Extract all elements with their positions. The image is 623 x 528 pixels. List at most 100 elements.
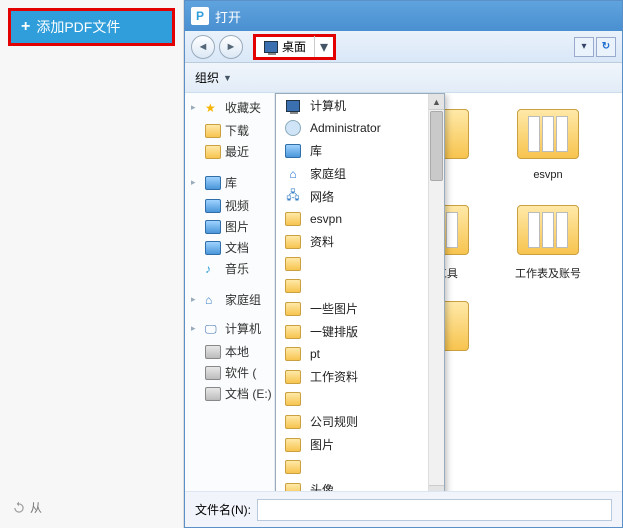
dropdown-item-label: 图片 — [310, 436, 334, 453]
dropdown-scrollbar[interactable]: ▲ ▼ — [428, 94, 444, 491]
doc-icon — [205, 241, 221, 255]
sidebar-item[interactable]: 软件 ( — [191, 362, 274, 383]
sidebar-item[interactable]: ♪音乐 — [191, 258, 274, 279]
sidebar-computer[interactable]: ▸🖵计算机 — [191, 320, 274, 337]
refresh-button[interactable]: ↻ — [596, 37, 616, 57]
plus-icon: + — [21, 18, 30, 36]
back-button[interactable]: ◄ — [191, 35, 215, 59]
sidebar-libraries[interactable]: ▸库 — [191, 174, 274, 191]
path-segment-desktop[interactable]: 桌面 — [256, 36, 315, 57]
filename-label: 文件名(N): — [195, 501, 251, 518]
sidebar: ▸★收藏夹 下载 最近 ▸库 视频 图片 文档 ♪音乐 ▸⌂家庭组 ▸🖵计算机 … — [185, 93, 275, 491]
sidebar-item[interactable]: 本地 — [191, 341, 274, 362]
path-dropdown-menu: 计算机 Administrator 库 ⌂ 家庭组 🖧网络esvpn 资料一些图片一键排版 p… — [275, 93, 445, 491]
sidebar-item[interactable]: 文档 — [191, 237, 274, 258]
user-icon — [284, 120, 302, 136]
dropdown-item[interactable]: esvpn — [276, 208, 444, 230]
forward-button[interactable]: ► — [219, 35, 243, 59]
folder-icon — [284, 278, 302, 294]
sidebar-item[interactable]: 下载 — [191, 120, 274, 141]
dropdown-item[interactable]: 公司规则 — [276, 410, 444, 433]
dialog-title: 打开 — [215, 7, 241, 26]
folder-icon — [284, 256, 302, 272]
filename-input[interactable] — [257, 499, 612, 521]
folder-icon — [205, 145, 221, 159]
scroll-up[interactable]: ▲ — [429, 94, 444, 110]
dropdown-item-label: Administrator — [310, 121, 381, 135]
dropdown-item[interactable] — [276, 456, 444, 478]
sidebar-item[interactable]: 图片 — [191, 216, 274, 237]
picture-icon — [205, 220, 221, 234]
library-icon — [205, 176, 221, 190]
add-pdf-button[interactable]: + 添加PDF文件 — [8, 8, 175, 46]
computer-icon: 🖵 — [205, 322, 221, 336]
dropdown-item[interactable]: 工作资料 — [276, 365, 444, 388]
sidebar-item[interactable]: 最近 — [191, 141, 274, 162]
sidebar-homegroup[interactable]: ▸⌂家庭组 — [191, 291, 274, 308]
dropdown-item-label: 库 — [310, 142, 322, 159]
folder-icon — [284, 211, 302, 227]
dropdown-item[interactable]: 一键排版 — [276, 320, 444, 343]
dropdown-item[interactable]: 头像 — [276, 478, 444, 491]
dropdown-item-label: 公司规则 — [310, 413, 358, 430]
dropdown-item[interactable] — [276, 253, 444, 275]
content-pane: 家庭组AdesvpnPDseo工具工作表及账号 计算机Administrator… — [275, 93, 622, 491]
dropdown-item[interactable]: 计算机 — [276, 94, 444, 117]
star-icon: ★ — [205, 101, 221, 115]
app-icon: P — [191, 7, 209, 25]
path-dropdown-toggle[interactable]: ▾ — [315, 37, 333, 57]
file-item[interactable]: esvpn — [503, 103, 593, 185]
dropdown-item-label: pt — [310, 347, 320, 361]
folder-icon — [284, 437, 302, 453]
dropdown-item[interactable]: 一些图片 — [276, 297, 444, 320]
folder-icon — [284, 301, 302, 317]
folder-icon — [517, 109, 579, 159]
network-icon: 🖧 — [284, 189, 302, 205]
dropdown-item[interactable]: 资料 — [276, 230, 444, 253]
refresh-icon — [12, 501, 26, 515]
item-label: 工作表及账号 — [515, 265, 581, 281]
dropdown-item[interactable]: pt — [276, 343, 444, 365]
drive-icon — [205, 387, 221, 401]
homegroup-icon: ⌂ — [205, 293, 221, 307]
dropdown-item[interactable] — [276, 388, 444, 410]
sidebar-item[interactable]: 文档 (E:) — [191, 383, 274, 404]
path-breadcrumb[interactable]: 桌面 ▾ — [253, 34, 336, 60]
dropdown-item[interactable] — [276, 275, 444, 297]
chevron-down-icon: ▼ — [223, 73, 232, 83]
folder-icon — [517, 205, 579, 255]
dropdown-item[interactable]: 🖧网络 — [276, 185, 444, 208]
folder-icon — [284, 482, 302, 492]
folder-icon — [284, 414, 302, 430]
folder-icon — [284, 234, 302, 250]
item-label: esvpn — [533, 169, 562, 181]
monitor-icon — [264, 41, 278, 53]
add-pdf-label: 添加PDF文件 — [36, 17, 120, 37]
folder-icon — [284, 324, 302, 340]
folder-icon — [284, 369, 302, 385]
dropdown-item[interactable]: Administrator — [276, 117, 444, 139]
dropdown-item[interactable]: ⌂ 家庭组 — [276, 162, 444, 185]
organize-button[interactable]: 组织 — [195, 69, 219, 86]
open-dialog: P 打开 ◄ ► 桌面 ▾ ▾ ↻ 组织 ▼ ▸★收藏夹 下载 最近 — [184, 0, 623, 528]
folder-icon — [205, 124, 221, 138]
nav-bar: ◄ ► 桌面 ▾ ▾ ↻ — [185, 31, 622, 63]
dropdown-item[interactable]: 图片 — [276, 433, 444, 456]
homegroup-icon: ⌂ — [284, 166, 302, 182]
sidebar-item[interactable]: 视频 — [191, 195, 274, 216]
dropdown-item-label: 工作资料 — [310, 368, 358, 385]
dropdown-item-label: 头像 — [310, 481, 334, 491]
toolbar: 组织 ▼ — [185, 63, 622, 93]
dropdown-item-label: 一键排版 — [310, 323, 358, 340]
scroll-thumb[interactable] — [430, 111, 443, 181]
dropdown-item-label: 家庭组 — [310, 165, 346, 182]
nav-dropdown[interactable]: ▾ — [574, 37, 594, 57]
dropdown-item[interactable]: 库 — [276, 139, 444, 162]
scroll-down[interactable]: ▼ — [429, 485, 444, 491]
dropdown-item-label: 资料 — [310, 233, 334, 250]
file-item[interactable]: 工作表及账号 — [503, 199, 593, 281]
footer: 文件名(N): — [185, 491, 622, 527]
video-icon — [205, 199, 221, 213]
dropdown-item-label: 计算机 — [310, 97, 346, 114]
sidebar-favorites[interactable]: ▸★收藏夹 — [191, 99, 274, 116]
